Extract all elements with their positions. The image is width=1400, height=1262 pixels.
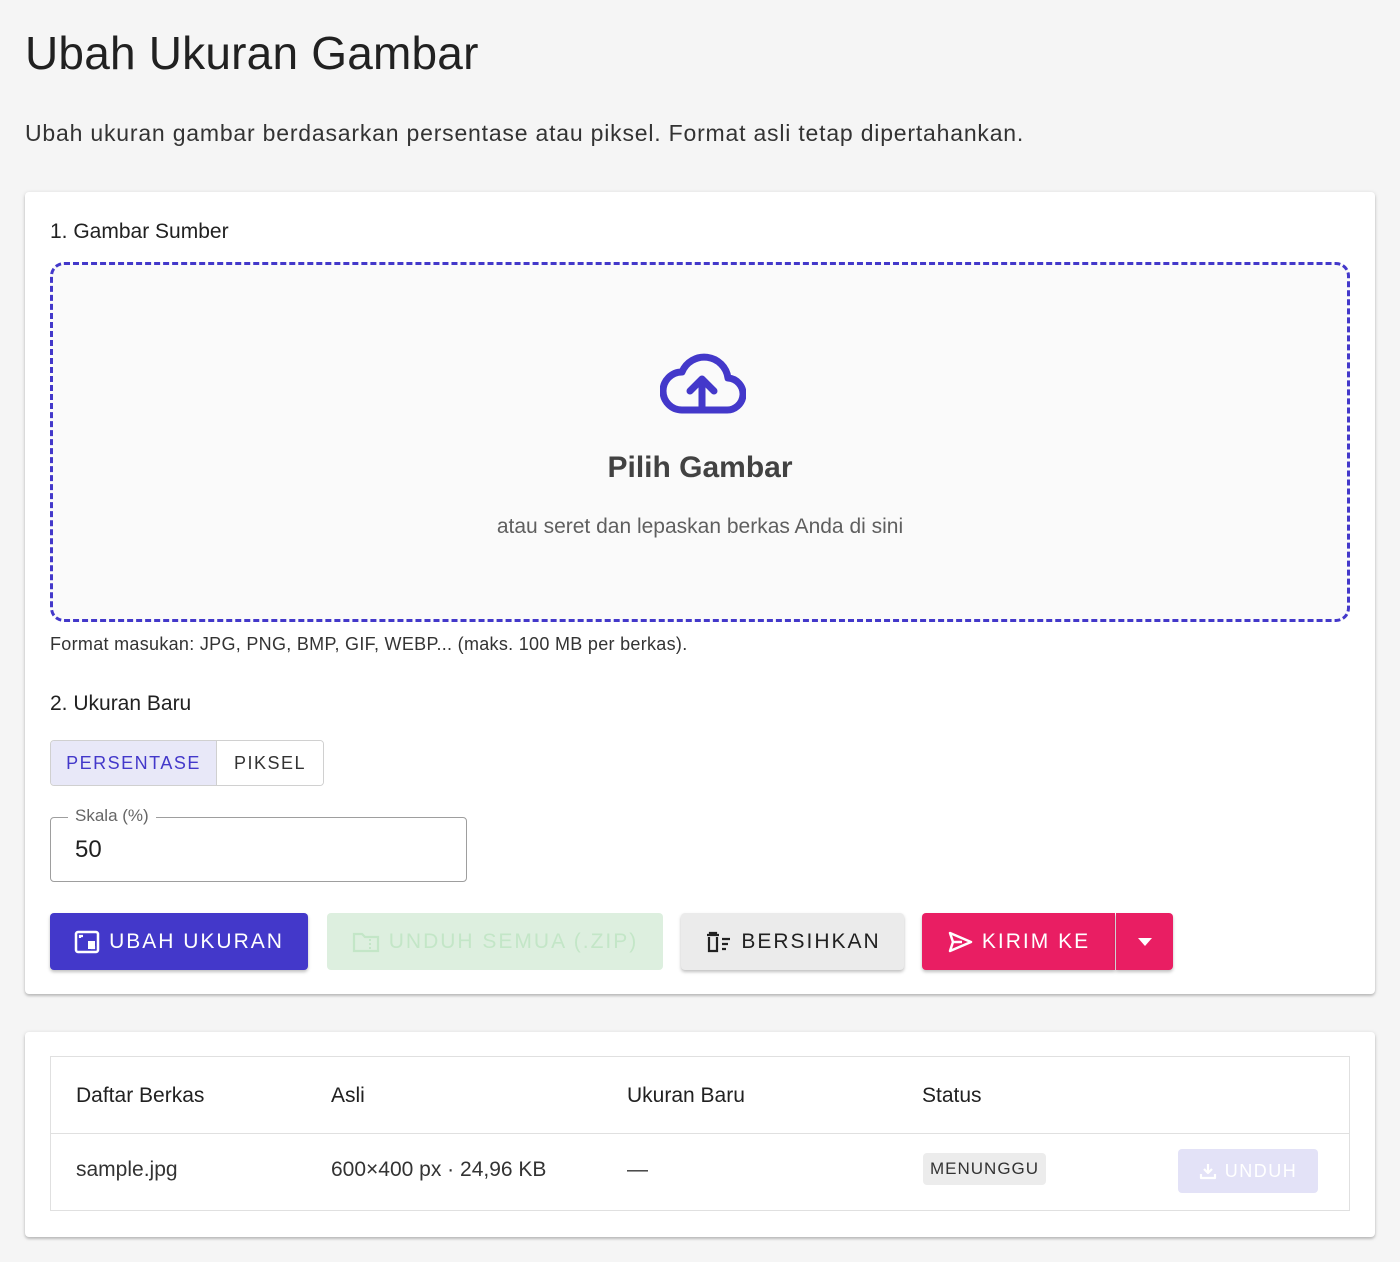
download-all-zip-label: UNDUH SEMUA (.ZIP) (388, 929, 639, 953)
file-list-card: Daftar Berkas Asli Ukuran Baru Status sa… (25, 1032, 1375, 1237)
header-status: Status (922, 1084, 982, 1107)
clear-button[interactable]: BERSIHKAN (681, 913, 904, 970)
header-original: Asli (331, 1084, 365, 1107)
new-size-cell: — (627, 1158, 648, 1181)
mode-percentage-button[interactable]: PERSENTASE (51, 741, 216, 785)
send-icon (948, 931, 973, 952)
send-to-button[interactable]: KIRIM KE (922, 913, 1115, 970)
status-badge: MENUNGGU (923, 1153, 1047, 1185)
dropzone-hint: atau seret dan lepaskan berkas Anda di s… (496, 515, 904, 538)
download-file-button[interactable]: UNDUH (1178, 1149, 1318, 1193)
file-name-cell: sample.jpg (76, 1158, 178, 1181)
header-new-size: Ukuran Baru (627, 1084, 745, 1107)
header-file-list: Daftar Berkas (76, 1084, 205, 1107)
download-icon (1199, 1164, 1216, 1180)
resize-settings-card: 1. Gambar Sumber Pilih Gambar atau seret… (25, 192, 1375, 994)
source-section-title: 1. Gambar Sumber (50, 220, 229, 243)
size-section-title: 2. Ukuran Baru (50, 692, 192, 715)
format-note: Format masukan: JPG, PNG, BMP, GIF, WEBP… (50, 634, 688, 654)
caret-down-icon (1137, 937, 1152, 946)
send-to-dropdown-button[interactable] (1116, 913, 1173, 970)
scale-input-label: Skala (%) (68, 806, 156, 826)
mode-pixel-button[interactable]: PIKSEL (216, 741, 323, 785)
scale-input-value[interactable]: 50 (75, 836, 102, 864)
page-subtitle: Ubah ukuran gambar berdasarkan persentas… (25, 120, 1025, 146)
resize-button[interactable]: UBAH UKURAN (50, 913, 308, 970)
folder-zip-icon (352, 932, 379, 952)
scale-input[interactable]: Skala (%) 50 (50, 806, 467, 882)
download-file-label: UNDUH (1224, 1160, 1298, 1181)
send-to-label: KIRIM KE (981, 929, 1091, 953)
table-divider (51, 1133, 1349, 1134)
file-table: Daftar Berkas Asli Ukuran Baru Status sa… (50, 1056, 1350, 1211)
cloud-upload-icon (660, 353, 746, 414)
clear-list-icon (707, 931, 731, 952)
download-all-zip-button[interactable]: UNDUH SEMUA (.ZIP) (327, 913, 663, 970)
clear-button-label: BERSIHKAN (741, 929, 881, 953)
resize-icon (74, 930, 100, 953)
resize-mode-toggle: PERSENTASE PIKSEL (50, 740, 324, 786)
page-title: Ubah Ukuran Gambar (25, 27, 479, 79)
original-size-cell: 600×400 px · 24,96 KB (331, 1158, 547, 1181)
file-dropzone[interactable]: Pilih Gambar atau seret dan lepaskan ber… (50, 262, 1350, 622)
dropzone-title: Pilih Gambar (607, 451, 793, 484)
resize-button-label: UBAH UKURAN (109, 929, 284, 953)
